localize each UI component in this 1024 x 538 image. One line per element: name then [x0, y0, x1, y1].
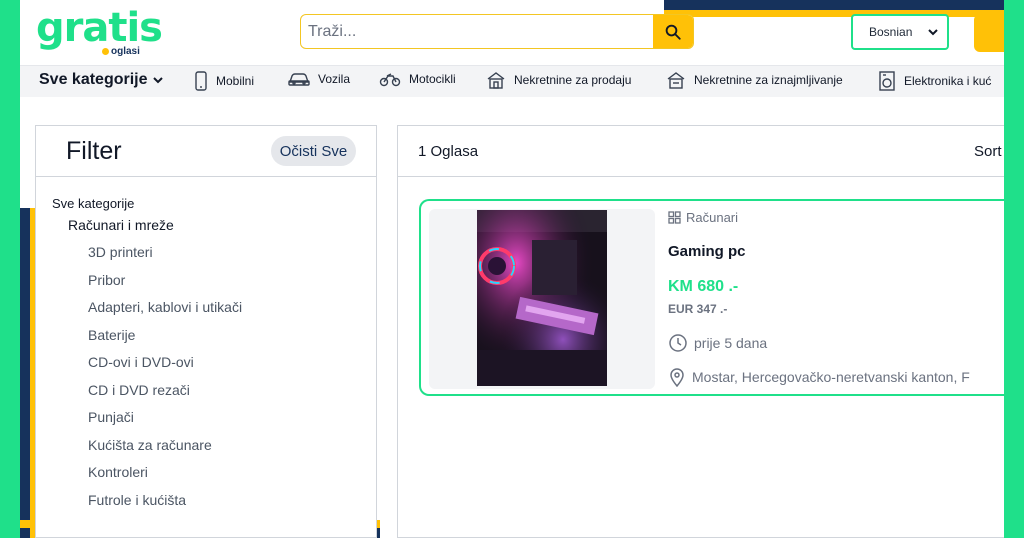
filter-category-item[interactable]: Kontroleri [88, 461, 242, 489]
all-categories-dropdown[interactable]: Sve kategorije [39, 71, 164, 89]
phone-icon [195, 71, 207, 91]
filter-title: Filter [66, 137, 122, 165]
filter-category-item[interactable]: Punjači [88, 406, 242, 434]
listing-photo [477, 210, 607, 386]
logo-subtitle: oglasi [102, 46, 140, 57]
listing-title[interactable]: Gaming pc [668, 243, 746, 260]
category-elektronika[interactable]: Elektronika i kuć [878, 71, 991, 91]
listing-thumbnail[interactable] [429, 209, 655, 389]
filter-category-item[interactable]: Pribor [88, 269, 242, 297]
category-bar: Sve kategorije Mobilni Vozila Motocikli … [20, 65, 1004, 97]
category-vozila[interactable]: Vozila [288, 71, 350, 87]
listing-price: KM 680 .- [668, 278, 739, 295]
house-icon [487, 72, 505, 89]
logo-wordmark: gratis [36, 5, 163, 51]
listing-location: Mostar, Hercegovačko-neretvanski kanton,… [668, 367, 1004, 387]
filter-category-item[interactable]: Baterije [88, 324, 242, 352]
results-count: 1 Oglasa [418, 143, 479, 160]
top-yellow-stripe [664, 10, 1004, 17]
appliance-icon [879, 71, 895, 91]
category-nekretnine-najam[interactable]: Nekretnine za iznajmljivanje [666, 71, 843, 89]
filter-subcategory[interactable]: Računari i mreže [68, 217, 174, 233]
clear-all-button[interactable]: Očisti Sve [271, 136, 356, 166]
category-nekretnine-prodaja[interactable]: Nekretnine za prodaju [486, 71, 631, 89]
frame-left-decoration [0, 0, 20, 538]
post-ad-button[interactable] [974, 14, 1004, 52]
filter-header: Filter Očisti Sve [36, 126, 376, 177]
listing-time: prije 5 dana [668, 333, 767, 353]
top-navy-stripe [664, 0, 1004, 10]
filter-category-item[interactable]: Futrole i kućišta [88, 489, 242, 517]
filter-category-item[interactable]: Kućišta za računare [88, 434, 242, 462]
all-categories-label: Sve kategorije [39, 71, 148, 88]
frame-right-decoration [1004, 0, 1024, 538]
chevron-down-icon [928, 29, 938, 36]
car-icon [288, 73, 310, 86]
grid-icon [668, 211, 681, 224]
category-motocikli[interactable]: Motocikli [379, 71, 456, 87]
results-header: 1 Oglasa Sort [398, 126, 1004, 177]
filter-category-list: 3D printeri Pribor Adapteri, kablovi i u… [88, 241, 242, 516]
location-pin-icon [670, 368, 684, 387]
listing-price-eur: EUR 347 .- [668, 302, 728, 316]
chevron-down-icon [152, 77, 163, 84]
filter-category-item[interactable]: Adapteri, kablovi i utikači [88, 296, 242, 324]
clock-icon [669, 334, 687, 352]
filter-root-category[interactable]: Sve kategorije [52, 196, 134, 211]
search-bar [300, 14, 694, 49]
motorcycle-icon [379, 73, 401, 87]
search-input[interactable] [301, 15, 655, 48]
filter-category-item[interactable]: CD-ovi i DVD-ovi [88, 351, 242, 379]
filter-panel: Filter Očisti Sve Sve kategorije Računar… [35, 125, 377, 538]
search-icon [665, 24, 681, 40]
sort-dropdown[interactable]: Sort [974, 143, 1002, 160]
filter-category-item[interactable]: CD i DVD rezači [88, 379, 242, 407]
language-select[interactable]: Bosnian [851, 14, 949, 50]
language-selected: Bosnian [869, 25, 913, 39]
site-logo[interactable]: gratis oglasi [36, 6, 163, 62]
category-mobilni[interactable]: Mobilni [194, 71, 254, 91]
house-rent-icon [667, 72, 685, 89]
listing-category: Računari [668, 210, 738, 225]
listing-card[interactable]: Računari Gaming pc KM 680 .- EUR 347 .- … [419, 199, 1004, 396]
filter-category-item[interactable]: 3D printeri [88, 241, 242, 269]
search-button[interactable] [653, 15, 693, 48]
left-navy-stripe [20, 208, 30, 538]
